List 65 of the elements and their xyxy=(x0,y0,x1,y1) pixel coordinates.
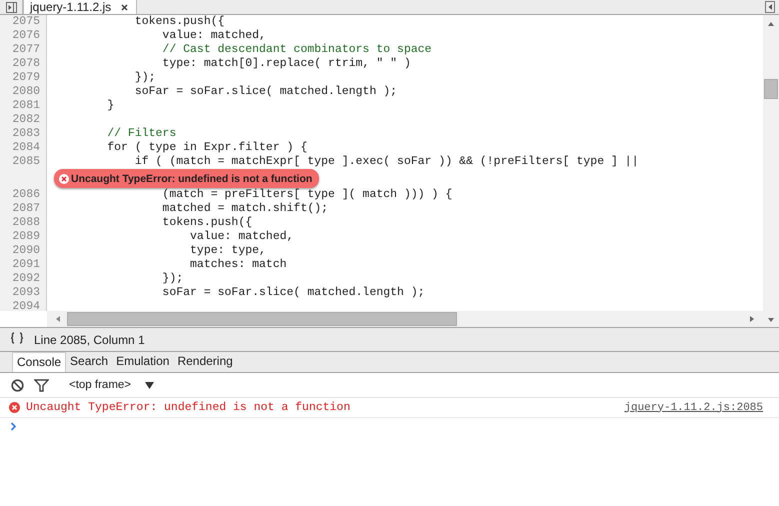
line-number: 2091 xyxy=(0,258,47,272)
close-icon[interactable] xyxy=(121,4,128,10)
line-number: 2076 xyxy=(0,29,47,43)
scrollbar-thumb[interactable] xyxy=(67,312,457,326)
code-line: type: type, xyxy=(189,244,266,258)
code-line: soFar = soFar.slice( matched.length ); xyxy=(134,85,398,99)
panel-tab[interactable]: Console xyxy=(12,352,66,372)
code-line: tokens.push({ xyxy=(161,216,252,230)
code-line: tokens.push({ xyxy=(134,15,225,29)
line-number: 2080 xyxy=(0,85,47,99)
line-number: 2087 xyxy=(0,202,47,216)
scrollbar-thumb[interactable] xyxy=(764,79,778,99)
error-message: Uncaught TypeError: undefined is not a function xyxy=(71,172,312,184)
code-line: value: matched, xyxy=(161,29,266,43)
code-line: }); xyxy=(161,272,184,286)
code-line: matches: match xyxy=(189,258,287,272)
panel-tab[interactable]: Rendering xyxy=(173,352,237,372)
line-number: 2093 xyxy=(0,286,47,300)
code-comment: // Filters xyxy=(106,127,176,141)
code-line: soFar = soFar.slice( matched.length ); xyxy=(161,286,425,300)
panel-toggle-icon[interactable] xyxy=(764,0,776,14)
vertical-scrollbar[interactable] xyxy=(763,15,779,327)
error-icon xyxy=(59,174,69,184)
horizontal-scrollbar[interactable] xyxy=(47,311,763,327)
line-number: 2082 xyxy=(0,113,47,127)
line-number: 2075 xyxy=(0,15,47,29)
code-line: matched = match.shift(); xyxy=(161,202,328,216)
line-number: 2086 xyxy=(0,188,47,202)
line-number: 2094 xyxy=(0,300,47,311)
frame-dropdown[interactable]: <top frame> xyxy=(69,379,154,391)
scroll-up-icon[interactable] xyxy=(767,21,775,27)
code-comment: // Cast descendant combinators to space xyxy=(161,43,432,57)
line-number: 2090 xyxy=(0,244,47,258)
cursor-position: Line 2085, Column 1 xyxy=(34,332,145,346)
prompt-icon xyxy=(10,422,17,430)
code-line: value: matched, xyxy=(189,230,294,244)
source-link[interactable]: jquery-1.11.2.js:2085 xyxy=(624,402,763,414)
dropdown-arrow-icon[interactable] xyxy=(145,382,154,388)
line-number: 2088 xyxy=(0,216,47,230)
line-number: 2078 xyxy=(0,57,47,71)
code-line: for ( type in Expr.filter ) { xyxy=(106,141,308,155)
code-line: } xyxy=(106,99,114,113)
scroll-left-icon[interactable] xyxy=(55,315,61,323)
line-number: 2084 xyxy=(0,141,47,155)
line-number: 2081 xyxy=(0,99,47,113)
code-line: type: match[0].replace( rtrim, " " ) xyxy=(161,57,411,71)
clear-console-icon[interactable] xyxy=(11,378,24,392)
scroll-right-icon[interactable] xyxy=(749,315,755,323)
line-number: 2089 xyxy=(0,230,47,244)
line-number: 2079 xyxy=(0,71,47,85)
line-number: 2085 xyxy=(0,155,47,169)
panel-tab[interactable]: Emulation xyxy=(112,352,174,372)
line-number: 2083 xyxy=(0,127,47,141)
console-message: Uncaught TypeError: undefined is not a function xyxy=(26,401,350,414)
tab-label: jquery-1.11.2.js xyxy=(30,0,112,14)
filter-icon[interactable] xyxy=(34,378,49,392)
code-line: if ( (match = matchExpr[ type ].exec( soFar )) && (!preFilters[ type ] || xyxy=(134,155,639,169)
error-icon xyxy=(9,402,20,413)
file-tab[interactable]: jquery-1.11.2.js xyxy=(23,0,138,14)
line-number: 2077 xyxy=(0,43,47,57)
scroll-down-icon[interactable] xyxy=(767,317,775,323)
code-line: }); xyxy=(134,71,156,85)
line-number: 2092 xyxy=(0,272,47,286)
code-line: (match = preFilters[ type ]( match ))) ) { xyxy=(161,188,452,202)
panel-tab[interactable]: Search xyxy=(66,352,112,372)
